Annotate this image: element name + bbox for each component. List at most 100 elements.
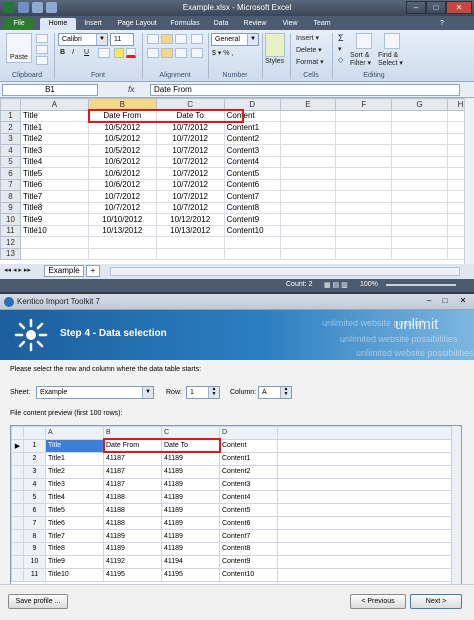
cell[interactable]: 10/7/2012	[155, 190, 225, 203]
cell[interactable]: Date From	[87, 109, 157, 122]
cell[interactable]: 10/7/2012	[155, 121, 225, 134]
align-right-icon[interactable]	[175, 48, 187, 58]
save-profile-button[interactable]: Save profile ...	[8, 594, 68, 609]
preview-cell[interactable]: Content7	[219, 529, 278, 544]
preview-cell[interactable]: 41192	[103, 554, 162, 569]
row-header[interactable]: 3	[0, 132, 21, 145]
cell[interactable]: 10/7/2012	[87, 201, 157, 214]
preview-cell[interactable]: Title8	[45, 542, 104, 556]
view-buttons[interactable]: ▦ ▤ ▥	[324, 281, 348, 289]
preview-row-number[interactable]: 11	[23, 567, 46, 582]
row-header[interactable]: 7	[0, 178, 21, 191]
preview-row[interactable]: ▶ 1 Title Date From Date To Content	[11, 438, 454, 453]
preview-grid[interactable]: A B C D ▶ 1 Title Date From Date To Content 2 T…	[10, 425, 462, 585]
borders-icon[interactable]	[98, 48, 110, 58]
column-header-f[interactable]: F	[335, 98, 393, 111]
align-left-icon[interactable]	[147, 48, 159, 58]
align-center-icon[interactable]	[161, 48, 173, 58]
row-input[interactable]: 1 ▲ ▼	[186, 386, 220, 399]
preview-cell[interactable]: Title7	[45, 529, 104, 544]
cell[interactable]	[279, 236, 337, 249]
tab-team[interactable]: Team	[308, 18, 336, 30]
tab-data[interactable]: Data	[208, 18, 234, 30]
column-header-c[interactable]: C	[155, 98, 225, 111]
cell[interactable]	[279, 224, 337, 237]
preview-cell[interactable]: Title10	[45, 567, 104, 582]
cell[interactable]	[391, 236, 448, 249]
merge-center-icon[interactable]	[191, 48, 203, 58]
cell-grid[interactable]: A B C D E F G H 1 Title Date From Date To Co…	[0, 98, 474, 260]
formula-input[interactable]: Date From	[150, 84, 460, 96]
worksheet-grid[interactable]: A B C D E F G H 1 Title Date From Date To Co…	[0, 98, 474, 264]
close-button[interactable]: ✕	[455, 296, 471, 308]
cell[interactable]: 10/5/2012	[87, 121, 157, 134]
cell[interactable]	[391, 213, 448, 226]
preview-row-number[interactable]: 7	[23, 516, 46, 531]
preview-row-number[interactable]: 5	[23, 490, 46, 505]
cell[interactable]	[335, 213, 393, 226]
cell[interactable]: 10/5/2012	[87, 132, 157, 145]
preview-cell[interactable]: Title9	[45, 554, 104, 569]
preview-column-c[interactable]: C	[161, 426, 220, 440]
sort-filter-icon[interactable]	[356, 33, 372, 49]
preview-cell[interactable]: Date To	[161, 438, 220, 453]
cell[interactable]: Content3	[223, 144, 281, 157]
preview-table[interactable]: A B C D ▶ 1 Title Date From Date To Content 2 T…	[11, 426, 454, 582]
maximize-button[interactable]: □	[438, 296, 452, 308]
preview-row-number[interactable]: 10	[23, 554, 46, 569]
format-painter-icon[interactable]	[36, 56, 48, 65]
fill-icon[interactable]: ▾	[338, 45, 342, 53]
cell[interactable]: Title10	[19, 224, 89, 237]
cell[interactable]	[391, 121, 448, 134]
preview-cell[interactable]: Title	[45, 438, 104, 453]
zoom-slider[interactable]	[386, 284, 456, 286]
preview-cell[interactable]: Content8	[219, 542, 278, 556]
preview-cell[interactable]: 41188	[103, 516, 162, 531]
column-header-d[interactable]: D	[223, 98, 281, 111]
cell[interactable]: Content2	[223, 132, 281, 145]
cell[interactable]	[279, 144, 337, 157]
row-header[interactable]: 2	[0, 121, 21, 134]
cell[interactable]	[391, 247, 448, 260]
row-header[interactable]: 8	[0, 190, 21, 203]
cell[interactable]: Title3	[19, 144, 89, 157]
preview-cell[interactable]: 41194	[161, 554, 220, 569]
row-header[interactable]: 11	[0, 224, 21, 237]
minimize-button[interactable]: –	[406, 1, 426, 14]
cell[interactable]	[155, 236, 225, 249]
font-name-select[interactable]: Calibri ▼	[58, 33, 108, 46]
preview-row-number[interactable]: 3	[23, 464, 46, 479]
preview-cell[interactable]: Content3	[219, 477, 278, 492]
wrap-text-icon[interactable]	[191, 34, 203, 44]
cell[interactable]: 10/7/2012	[155, 178, 225, 191]
preview-cell[interactable]: 41187	[103, 464, 162, 479]
cell[interactable]: Title6	[19, 178, 89, 191]
preview-row-number[interactable]: 4	[23, 477, 46, 492]
column-header-b[interactable]: B	[87, 98, 157, 111]
cell[interactable]	[279, 247, 337, 260]
clear-icon[interactable]: ◇	[338, 56, 343, 64]
row-header[interactable]: 6	[0, 167, 21, 180]
cell[interactable]	[19, 247, 89, 260]
cell[interactable]: 10/5/2012	[87, 144, 157, 157]
cell[interactable]	[391, 132, 448, 145]
preview-cell[interactable]: 41189	[103, 529, 162, 544]
cell[interactable]: Content6	[223, 178, 281, 191]
preview-row-number[interactable]: 6	[23, 503, 46, 518]
tab-file[interactable]: File	[4, 18, 34, 30]
cell[interactable]: Content8	[223, 201, 281, 214]
tab-review[interactable]: Review	[238, 18, 272, 30]
cell[interactable]: 10/6/2012	[87, 167, 157, 180]
bold-button[interactable]: B	[60, 49, 65, 56]
cell[interactable]	[87, 247, 157, 260]
cut-icon[interactable]	[36, 34, 48, 43]
number-format-select[interactable]: General ▼	[211, 33, 259, 46]
preview-cell[interactable]: Content10	[219, 567, 278, 582]
cell[interactable]	[335, 190, 393, 203]
close-button[interactable]: ✕	[446, 1, 472, 14]
cell[interactable]	[279, 109, 337, 122]
preview-cell[interactable]: 41189	[161, 529, 220, 544]
preview-cell[interactable]: Content1	[219, 451, 278, 466]
row-header[interactable]: 10	[0, 213, 21, 226]
cell[interactable]: Title2	[19, 132, 89, 145]
